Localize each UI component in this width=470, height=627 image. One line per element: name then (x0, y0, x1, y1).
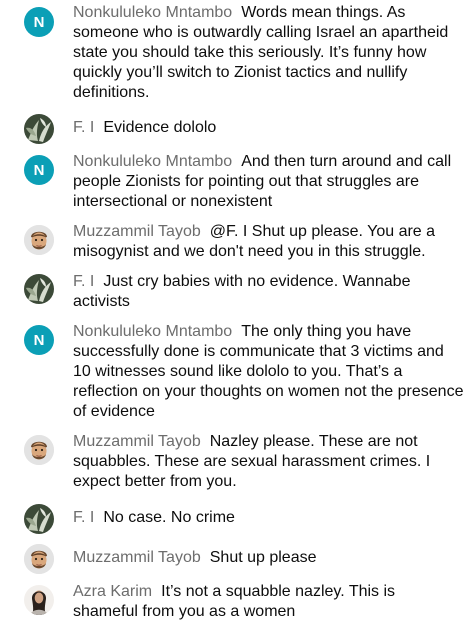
avatar[interactable] (24, 585, 54, 615)
memoji-avatar-icon (24, 435, 54, 465)
author-name[interactable]: F. I (73, 119, 94, 136)
message-body: Muzzammil Tayob Shut up please (73, 548, 464, 568)
message-body: Muzzammil Tayob @F. I Shut up please. You… (73, 222, 464, 262)
memoji-avatar-icon (24, 544, 54, 574)
author-name[interactable]: Muzzammil Tayob (73, 223, 201, 240)
message-text: Shut up please (209, 549, 317, 566)
avatar[interactable]: N (24, 7, 54, 37)
avatar[interactable] (24, 225, 54, 255)
chat-message: F. I Just cry babies with no evidence. Wa… (0, 272, 470, 314)
author-name[interactable]: Nonkululeko Mntambo (73, 153, 232, 170)
chat-message: N Nonkululeko Mntambo Words mean things. … (0, 2, 470, 102)
author-name[interactable]: F. I (73, 509, 94, 526)
plant-photo-icon (24, 114, 54, 144)
plant-photo-icon (24, 274, 54, 304)
person-photo-icon (24, 585, 54, 615)
avatar[interactable] (24, 435, 54, 465)
avatar[interactable] (24, 274, 54, 304)
message-body: F. I No case. No crime (73, 508, 464, 528)
chat-message: N Nonkululeko Mntambo And then turn aroun… (0, 152, 470, 212)
author-name[interactable]: Nonkululeko Mntambo (73, 323, 232, 340)
message-body: F. I Just cry babies with no evidence. Wa… (73, 272, 464, 312)
author-name[interactable]: Muzzammil Tayob (73, 433, 201, 450)
chat-message: Azra Karim It’s not a squabble nazley. Th… (0, 582, 470, 624)
message-body: Nonkululeko Mntambo And then turn around … (73, 152, 464, 212)
author-name[interactable]: Muzzammil Tayob (73, 549, 201, 566)
message-text: Evidence dololo (103, 119, 217, 136)
avatar[interactable]: N (24, 325, 54, 355)
avatar[interactable] (24, 114, 54, 144)
chat-message: Muzzammil Tayob @F. I Shut up please. You… (0, 222, 470, 264)
avatar-letter: N (33, 331, 45, 349)
avatar[interactable] (24, 544, 54, 574)
chat-message: Muzzammil Tayob Nazley please. These are … (0, 432, 470, 494)
plant-photo-icon (24, 504, 54, 534)
message-body: Nonkululeko Mntambo The only thing you ha… (73, 322, 464, 422)
message-text: Just cry babies with no evidence. Wannab… (73, 273, 411, 310)
chat-message-list: N Nonkululeko Mntambo Words mean things. … (0, 0, 470, 627)
avatar[interactable]: N (24, 155, 54, 185)
chat-message: Muzzammil Tayob Shut up please (0, 542, 470, 576)
memoji-avatar-icon (24, 225, 54, 255)
author-name[interactable]: Azra Karim (73, 583, 152, 600)
avatar-letter: N (33, 161, 45, 179)
chat-message: F. I Evidence dololo (0, 112, 470, 144)
message-body: Nonkululeko Mntambo Words mean things. As… (73, 3, 464, 103)
avatar[interactable] (24, 504, 54, 534)
message-body: Azra Karim It’s not a squabble nazley. Th… (73, 582, 464, 622)
message-body: F. I Evidence dololo (73, 118, 464, 138)
message-text: No case. No crime (103, 509, 235, 526)
message-body: Muzzammil Tayob Nazley please. These are … (73, 432, 464, 492)
chat-message: N Nonkululeko Mntambo The only thing you … (0, 322, 470, 422)
chat-message: F. I No case. No crime (0, 502, 470, 536)
author-name[interactable]: Nonkululeko Mntambo (73, 4, 232, 21)
avatar-letter: N (33, 13, 45, 31)
author-name[interactable]: F. I (73, 273, 94, 290)
